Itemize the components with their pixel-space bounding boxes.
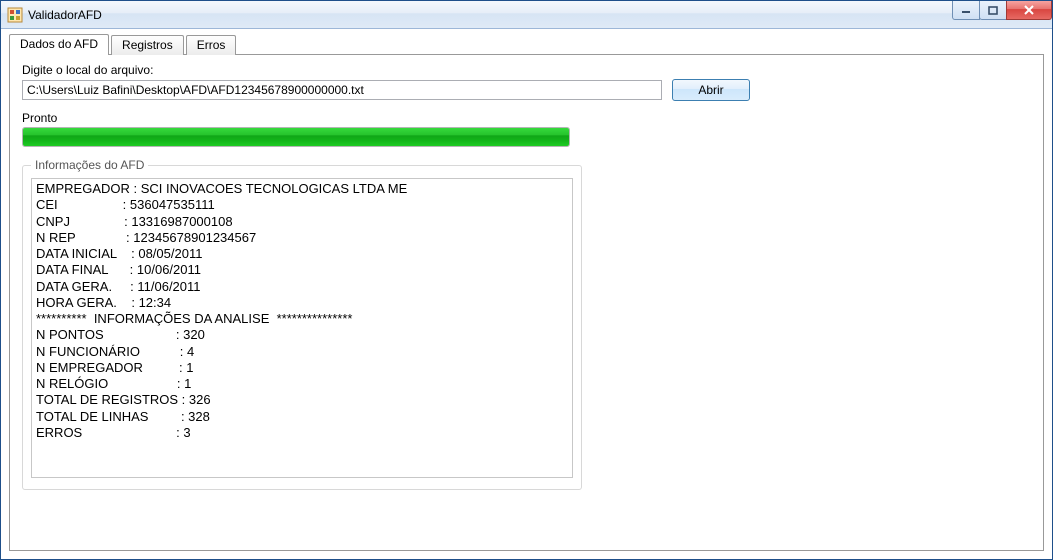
info-textarea[interactable]: [31, 178, 573, 478]
file-path-input[interactable]: [22, 80, 662, 100]
open-button[interactable]: Abrir: [672, 79, 750, 101]
tab-page-dados: Digite o local do arquivo: Abrir Pronto …: [9, 54, 1044, 551]
status-label: Pronto: [22, 111, 1031, 125]
maximize-button[interactable]: [979, 1, 1007, 20]
client-area: Dados do AFD Registros Erros Digite o lo…: [1, 29, 1052, 559]
close-button[interactable]: [1006, 1, 1052, 20]
file-prompt-label: Digite o local do arquivo:: [22, 63, 1031, 77]
file-row: Abrir: [22, 79, 1031, 101]
titlebar[interactable]: ValidadorAFD: [1, 1, 1052, 29]
app-icon: [7, 7, 23, 23]
app-window: ValidadorAFD Dados do AFD Registros Erro…: [0, 0, 1053, 560]
window-buttons: [953, 1, 1052, 21]
tab-registros[interactable]: Registros: [111, 35, 184, 55]
tab-erros[interactable]: Erros: [186, 35, 237, 55]
progress-bar: [22, 127, 570, 147]
progress-fill: [23, 128, 569, 146]
info-groupbox: Informações do AFD: [22, 165, 582, 490]
tab-strip: Dados do AFD Registros Erros: [9, 34, 1044, 55]
info-groupbox-title: Informações do AFD: [31, 158, 148, 172]
window-title: ValidadorAFD: [28, 8, 102, 22]
tab-dados-do-afd[interactable]: Dados do AFD: [9, 34, 109, 55]
minimize-button[interactable]: [952, 1, 980, 20]
